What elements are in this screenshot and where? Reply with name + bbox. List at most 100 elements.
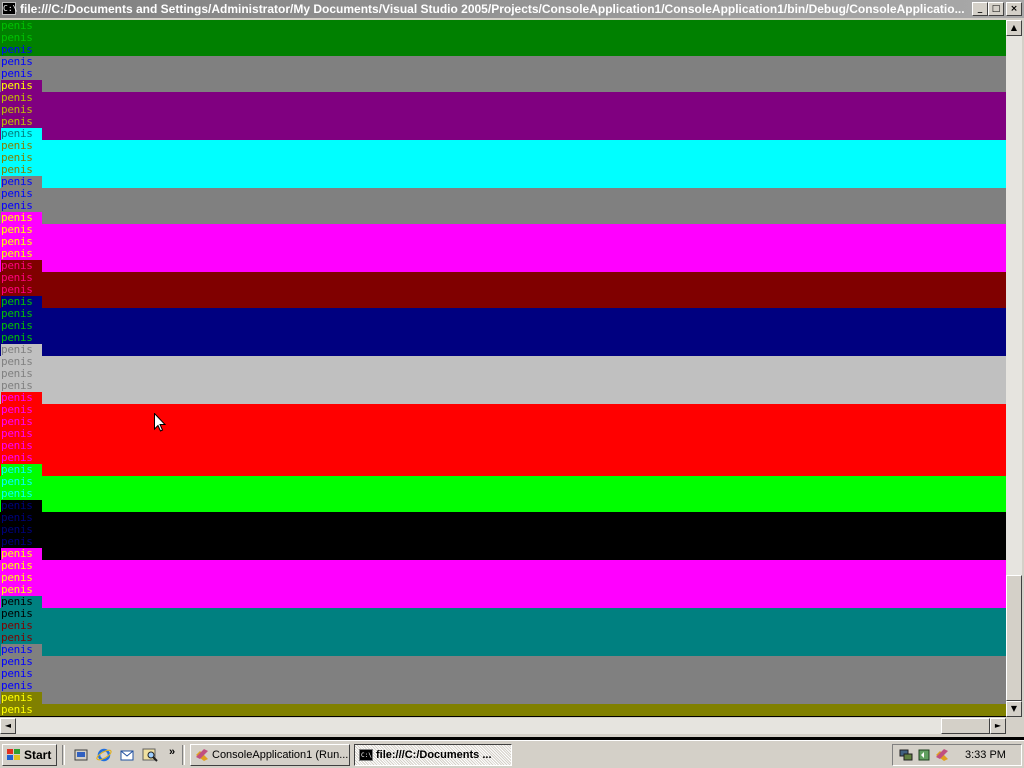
toolbar-grip[interactable] — [182, 745, 185, 765]
clock[interactable]: 3:33 PM — [965, 745, 1006, 765]
console-line: penis — [0, 212, 1006, 224]
console-line: penis — [0, 476, 1006, 488]
console-text: penis — [1, 392, 42, 404]
console-text: penis — [1, 452, 42, 464]
console-text: penis — [1, 596, 42, 608]
console-text: penis — [1, 692, 42, 704]
console-line: penis — [0, 92, 1006, 104]
console-text: penis — [1, 404, 42, 416]
console-line: penis — [0, 464, 1006, 476]
quick-launch-chevron[interactable]: » — [169, 746, 175, 758]
start-button[interactable]: Start — [2, 744, 57, 766]
console-text: penis — [1, 236, 42, 248]
console-line: penis — [0, 368, 1006, 380]
console-line: penis — [0, 416, 1006, 428]
taskbar-button-console[interactable]: C:\ file:///C:/Documents ... — [354, 744, 512, 766]
vertical-scroll-thumb[interactable] — [1006, 575, 1022, 701]
console-line: penis — [0, 440, 1006, 452]
outlook-express-icon[interactable] — [119, 747, 135, 763]
console-text: penis — [1, 44, 42, 56]
console-line: penis — [0, 392, 1006, 404]
scrollbar-corner — [1006, 718, 1024, 737]
vertical-scrollbar[interactable]: ▲ ▼ — [1006, 20, 1022, 717]
console-text: penis — [1, 308, 42, 320]
console-text: penis — [1, 560, 42, 572]
console-text: penis — [1, 320, 42, 332]
console-line: penis — [0, 248, 1006, 260]
console-text: penis — [1, 104, 42, 116]
console-text: penis — [1, 356, 42, 368]
volume-icon[interactable] — [917, 748, 931, 762]
console-text: penis — [1, 548, 42, 560]
network-icon[interactable] — [899, 748, 913, 762]
console-text: penis — [1, 212, 42, 224]
console-text: penis — [1, 656, 42, 668]
toolbar-grip[interactable] — [62, 745, 65, 765]
console-line: penis — [0, 656, 1006, 668]
window-title: file:///C:/Documents and Settings/Admini… — [20, 2, 965, 16]
console-line: penis — [0, 164, 1006, 176]
console-text: penis — [1, 140, 42, 152]
console-line: penis — [0, 260, 1006, 272]
console-line: penis — [0, 404, 1006, 416]
console-text: penis — [1, 524, 42, 536]
console-line: penis — [0, 668, 1006, 680]
console-text: penis — [1, 128, 42, 140]
search-icon[interactable] — [142, 747, 158, 763]
console-text: penis — [1, 380, 42, 392]
taskbar-button-visual-studio[interactable]: ConsoleApplication1 (Run... — [190, 744, 350, 766]
console-text: penis — [1, 260, 42, 272]
console-line: penis — [0, 140, 1006, 152]
console-text: penis — [1, 224, 42, 236]
console-line: penis — [0, 104, 1006, 116]
console-line: penis — [0, 308, 1006, 320]
console-line: penis — [0, 524, 1006, 536]
console-text: penis — [1, 512, 42, 524]
title-bar[interactable]: C:\ file:///C:/Documents and Settings/Ad… — [0, 0, 1024, 18]
console-text: penis — [1, 164, 42, 176]
console-text: penis — [1, 32, 42, 44]
console-line: penis — [0, 452, 1006, 464]
task-label: file:///C:/Documents ... — [376, 749, 492, 761]
scroll-right-button[interactable]: ► — [990, 718, 1006, 734]
console-line: penis — [0, 548, 1006, 560]
console-line: penis — [0, 692, 1006, 704]
close-button[interactable]: × — [1006, 2, 1022, 16]
console-output[interactable]: penis penis penis penis penis penis penis penis… — [0, 20, 1006, 717]
console-line: penis — [0, 428, 1006, 440]
console-icon: C:\ — [359, 749, 373, 761]
scroll-up-button[interactable]: ▲ — [1006, 20, 1022, 36]
scroll-left-button[interactable]: ◄ — [0, 718, 16, 734]
console-window: C:\ file:///C:/Documents and Settings/Ad… — [0, 0, 1024, 737]
taskbar: Start » ConsoleApplication1 (Run... C:\ … — [0, 740, 1024, 768]
console-line: penis — [0, 296, 1006, 308]
horizontal-scroll-thumb[interactable] — [941, 718, 990, 734]
scroll-down-button[interactable]: ▼ — [1006, 701, 1022, 717]
console-line: penis — [0, 680, 1006, 692]
console-text: penis — [1, 464, 42, 476]
console-line: penis — [0, 236, 1006, 248]
console-text: penis — [1, 176, 42, 188]
app-tray-icon[interactable] — [935, 748, 949, 762]
horizontal-scrollbar[interactable]: ◄ ► — [0, 718, 1006, 734]
console-line: penis — [0, 500, 1006, 512]
console-text: penis — [1, 608, 42, 620]
console-text: penis — [1, 680, 42, 692]
console-line: penis — [0, 80, 1006, 92]
console-line: penis — [0, 200, 1006, 212]
console-line: penis — [0, 620, 1006, 632]
restore-button[interactable]: □ — [988, 2, 1004, 16]
console-text: penis — [1, 584, 42, 596]
console-line: penis — [0, 68, 1006, 80]
show-desktop-icon[interactable] — [73, 747, 89, 763]
internet-explorer-icon[interactable] — [96, 747, 112, 763]
console-line: penis — [0, 284, 1006, 296]
minimize-button[interactable]: _ — [972, 2, 988, 16]
console-icon[interactable]: C:\ — [2, 2, 17, 15]
console-line: penis — [0, 596, 1006, 608]
console-text: penis — [1, 20, 42, 32]
console-line: penis — [0, 608, 1006, 620]
console-text: penis — [1, 476, 42, 488]
console-text: penis — [1, 416, 42, 428]
console-line: penis — [0, 20, 1006, 32]
